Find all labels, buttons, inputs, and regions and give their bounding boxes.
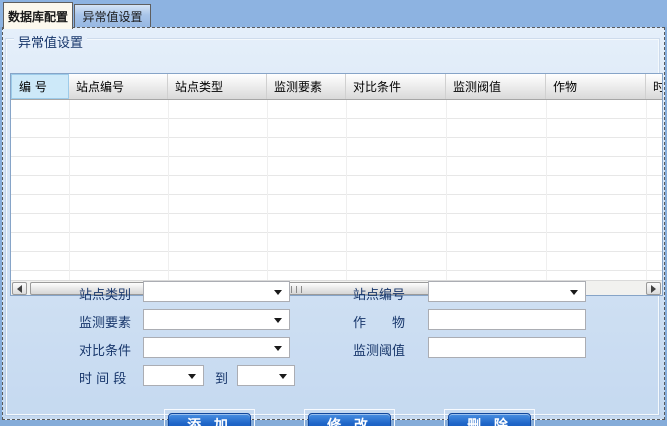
grid-column-separator bbox=[446, 100, 447, 280]
label-station-id: 站点编号 bbox=[353, 284, 405, 303]
tab-outlier-settings-label: 异常值设置 bbox=[82, 8, 142, 25]
grid-column-separator bbox=[69, 100, 70, 280]
modify-button-frame: 修 改 bbox=[304, 409, 395, 426]
chevron-down-icon bbox=[279, 374, 287, 379]
crop-input[interactable] bbox=[428, 309, 586, 330]
label-monitor-threshold: 监测阈值 bbox=[353, 340, 405, 359]
label-monitor-element: 监测要素 bbox=[79, 312, 131, 331]
time-from-combobox[interactable] bbox=[143, 365, 204, 386]
grid-header-row: 编 号站点编号站点类型监测要素对比条件监测阀值作物时间段 bbox=[11, 74, 663, 100]
grid-column-separator bbox=[546, 100, 547, 280]
grid-empty-row[interactable] bbox=[11, 195, 662, 214]
label-crop: 作 物 bbox=[353, 312, 405, 331]
grid-empty-row[interactable] bbox=[11, 214, 662, 233]
scroll-left-button[interactable] bbox=[12, 282, 27, 295]
chevron-down-icon bbox=[274, 318, 282, 323]
grid-column-header[interactable]: 对比条件 bbox=[346, 74, 446, 99]
grid-column-separator bbox=[168, 100, 169, 280]
grid-empty-row[interactable] bbox=[11, 119, 662, 138]
grid-column-separator bbox=[346, 100, 347, 280]
tab-database-config[interactable]: 数据库配置 bbox=[3, 2, 73, 29]
tab-outlier-settings[interactable]: 异常值设置 bbox=[74, 4, 151, 28]
chevron-down-icon bbox=[274, 290, 282, 295]
chevron-down-icon bbox=[570, 290, 578, 295]
grid-empty-row[interactable] bbox=[11, 100, 662, 119]
label-to: 到 bbox=[215, 368, 228, 387]
grid-column-header[interactable]: 站点类型 bbox=[168, 74, 267, 99]
monitor-threshold-input[interactable] bbox=[428, 337, 586, 358]
add-button-frame: 添 加 bbox=[164, 409, 255, 426]
station-category-combobox[interactable] bbox=[143, 281, 290, 302]
grid-column-header[interactable]: 编 号 bbox=[11, 74, 69, 99]
grid-empty-row[interactable] bbox=[11, 233, 662, 252]
grid-body[interactable] bbox=[11, 100, 662, 280]
tab-strip: 数据库配置 异常值设置 bbox=[0, 0, 667, 27]
delete-button-frame: 删 除 bbox=[444, 409, 535, 426]
label-time-range: 时 间 段 bbox=[79, 368, 126, 387]
grid-column-header[interactable]: 时间段 bbox=[646, 74, 663, 99]
grid-column-header[interactable]: 站点编号 bbox=[69, 74, 168, 99]
monitor-element-combobox[interactable] bbox=[143, 309, 290, 330]
compare-condition-combobox[interactable] bbox=[143, 337, 290, 358]
scroll-left-icon bbox=[17, 285, 22, 293]
time-to-combobox[interactable] bbox=[237, 365, 295, 386]
grid-empty-row[interactable] bbox=[11, 271, 662, 280]
grid-empty-row[interactable] bbox=[11, 252, 662, 271]
grid-column-separator bbox=[646, 100, 647, 280]
groupbox-title: 异常值设置 bbox=[14, 32, 87, 51]
scrollbar-grip-icon bbox=[291, 286, 302, 293]
label-compare-condition: 对比条件 bbox=[79, 340, 131, 359]
tab-database-config-label: 数据库配置 bbox=[8, 8, 68, 25]
modify-button[interactable]: 修 改 bbox=[308, 413, 391, 426]
station-id-combobox[interactable] bbox=[428, 281, 586, 302]
grid-empty-row[interactable] bbox=[11, 138, 662, 157]
grid-empty-row[interactable] bbox=[11, 176, 662, 195]
delete-button[interactable]: 删 除 bbox=[448, 413, 531, 426]
grid-empty-row[interactable] bbox=[11, 157, 662, 176]
grid-column-separator bbox=[267, 100, 268, 280]
chevron-down-icon bbox=[274, 346, 282, 351]
scroll-right-icon bbox=[651, 285, 656, 293]
outlier-grid[interactable]: 编 号站点编号站点类型监测要素对比条件监测阀值作物时间段 bbox=[10, 73, 663, 296]
grid-column-header[interactable]: 监测阀值 bbox=[446, 74, 546, 99]
chevron-down-icon bbox=[188, 374, 196, 379]
scroll-right-button[interactable] bbox=[646, 282, 661, 295]
tab-page-outlier-settings: 异常值设置 编 号站点编号站点类型监测要素对比条件监测阀值作物时间段 站点类别 … bbox=[2, 27, 665, 420]
add-button[interactable]: 添 加 bbox=[168, 413, 251, 426]
grid-column-header[interactable]: 作物 bbox=[546, 74, 646, 99]
grid-column-header[interactable]: 监测要素 bbox=[267, 74, 346, 99]
label-station-category: 站点类别 bbox=[79, 284, 131, 303]
